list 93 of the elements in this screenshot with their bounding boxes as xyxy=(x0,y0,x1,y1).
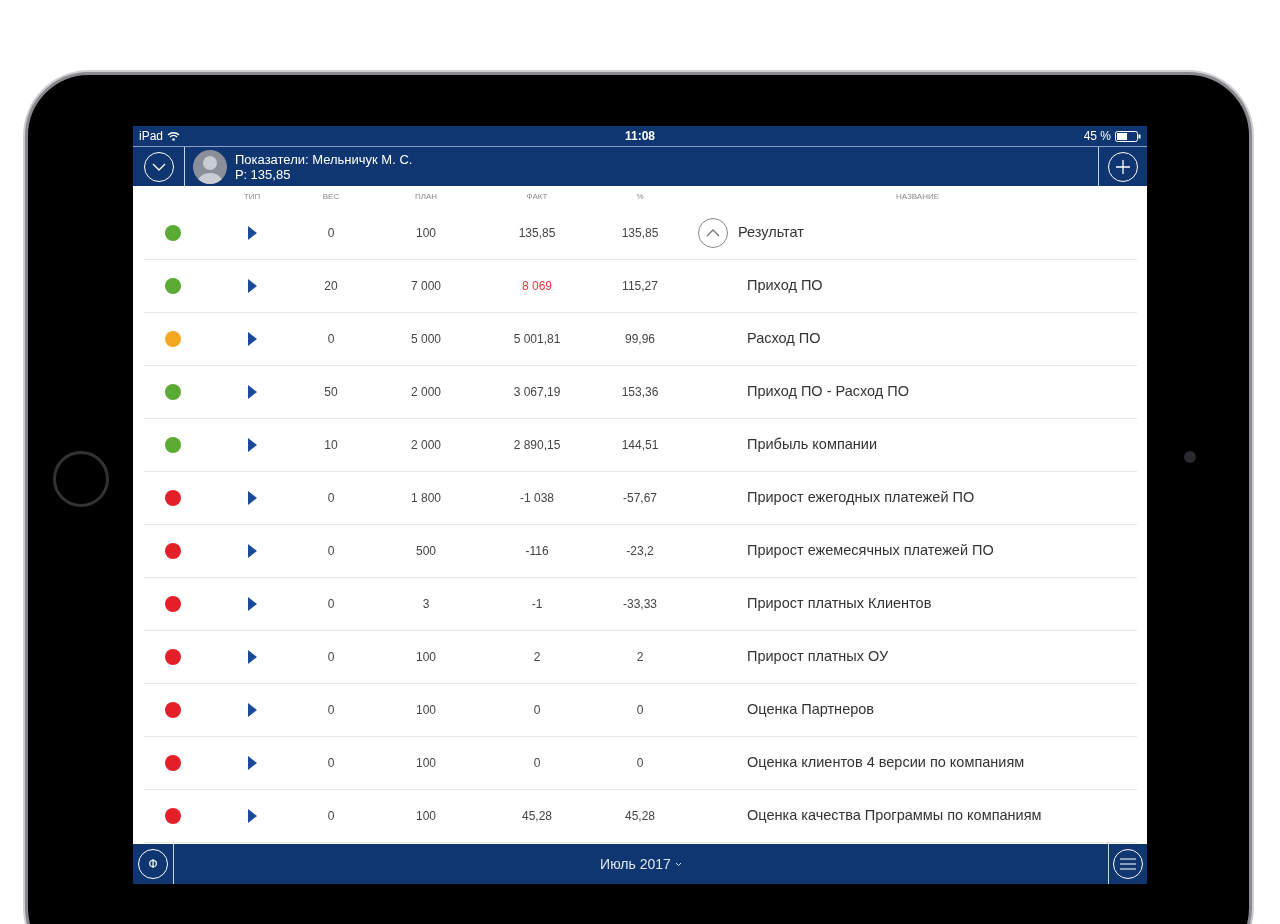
fact-value: -1 xyxy=(531,597,543,611)
chevron-up-icon xyxy=(706,229,720,237)
indicator-name: Расход ПО xyxy=(747,329,821,349)
indicator-name: Оценка клиентов 4 версии по компаниям xyxy=(747,753,1025,773)
percent-value: 115,27 xyxy=(622,279,658,293)
indicator-name: Приход ПО - Расход ПО xyxy=(747,382,910,402)
play-triangle-icon[interactable] xyxy=(247,703,257,717)
weight-value: 0 xyxy=(327,703,335,717)
plan-value: 5 000 xyxy=(411,332,441,346)
fact-value: 0 xyxy=(533,756,541,770)
play-triangle-icon[interactable] xyxy=(247,491,257,505)
play-triangle-icon[interactable] xyxy=(247,226,257,240)
column-header: ПЛАН xyxy=(414,191,438,201)
play-triangle-icon[interactable] xyxy=(247,332,257,346)
percent-value: -23,2 xyxy=(626,544,654,558)
fact-value: 2 890,15 xyxy=(513,438,561,452)
indicator-name: Оценка качества Программы по компаниям xyxy=(747,806,1042,826)
avatar xyxy=(193,149,227,184)
weight-value: 20 xyxy=(324,279,338,293)
battery-percentage: 45 % xyxy=(1083,128,1111,145)
plan-value: 1 800 xyxy=(411,491,441,505)
indicator-name: Прибыль компании xyxy=(747,435,878,455)
menu-icon xyxy=(1120,858,1136,870)
percent-value: 153,36 xyxy=(621,385,659,399)
fact-value: 3 067,19 xyxy=(513,385,561,399)
weight-value: 10 xyxy=(324,438,338,452)
fact-value: 135,85 xyxy=(518,226,556,240)
weight-value: 0 xyxy=(327,332,335,346)
chevron-down-icon xyxy=(674,861,682,867)
plan-value: 2 000 xyxy=(411,385,441,399)
play-triangle-icon[interactable] xyxy=(247,597,257,611)
header-title: Показатели: Мельничук М. С. xyxy=(235,151,414,167)
camera-dot xyxy=(1184,451,1196,463)
weight-value: 0 xyxy=(327,650,335,664)
weight-value: 0 xyxy=(327,809,335,823)
column-header: ВЕС xyxy=(322,191,340,201)
percent-value: 45,28 xyxy=(625,809,655,823)
fact-value: -116 xyxy=(525,544,549,558)
percent-value: 144,51 xyxy=(621,438,659,452)
percent-value: 0 xyxy=(636,756,644,770)
clock-time: 11:08 xyxy=(625,129,655,143)
battery-icon xyxy=(1115,130,1141,142)
fact-value: -1 038 xyxy=(520,491,554,505)
percent-value: -57,67 xyxy=(623,491,657,505)
percent-value: -33,33 xyxy=(623,597,657,611)
percent-value: 2 xyxy=(636,650,644,664)
weight-value: 0 xyxy=(327,226,335,240)
column-header: ТИП xyxy=(243,191,261,201)
weight-value: 0 xyxy=(327,756,335,770)
column-header: % xyxy=(636,191,644,201)
plan-value: 100 xyxy=(416,650,436,664)
play-triangle-icon[interactable] xyxy=(247,438,257,452)
plan-value: 3 xyxy=(422,597,430,611)
fact-value: 0 xyxy=(533,703,541,717)
indicator-name: Прирост платных ОУ xyxy=(747,647,889,667)
weight-value: 0 xyxy=(327,597,335,611)
play-triangle-icon[interactable] xyxy=(247,279,257,293)
chevron-down-icon xyxy=(151,162,166,171)
indicator-name: Прирост ежемесячных платежей ПО xyxy=(747,541,994,561)
plan-value: 7 000 xyxy=(411,279,441,293)
play-triangle-icon[interactable] xyxy=(247,385,257,399)
percent-value: 135,85 xyxy=(621,226,659,240)
plan-value: 100 xyxy=(416,756,436,770)
play-triangle-icon[interactable] xyxy=(247,756,257,770)
device-name: iPad xyxy=(139,128,164,145)
column-header: ФАКТ xyxy=(526,191,548,201)
play-triangle-icon[interactable] xyxy=(247,809,257,823)
play-triangle-icon[interactable] xyxy=(247,544,257,558)
fact-value: 8 069 xyxy=(522,279,552,293)
header-subtitle: Р: 135,85 xyxy=(235,166,292,182)
fact-value: 5 001,81 xyxy=(513,332,561,346)
weight-value: 0 xyxy=(327,544,335,558)
plan-value: 100 xyxy=(416,809,436,823)
indicator-name: Прирост платных Клиентов xyxy=(747,594,932,614)
fact-value: 45,28 xyxy=(522,809,552,823)
plan-value: 2 000 xyxy=(411,438,441,452)
plan-value: 500 xyxy=(416,544,436,558)
percent-value: 0 xyxy=(636,703,644,717)
plan-value: 100 xyxy=(416,226,436,240)
column-header: НАЗВАНИЕ xyxy=(895,191,940,201)
percent-value: 99,96 xyxy=(625,332,655,346)
weight-value: 50 xyxy=(324,385,338,399)
indicator-name: Приход ПО xyxy=(747,276,823,296)
indicator-name: Оценка Партнеров xyxy=(747,700,875,720)
fact-value: 2 xyxy=(533,650,541,664)
play-triangle-icon[interactable] xyxy=(247,650,257,664)
indicator-name: Прирост ежегодных платежей ПО xyxy=(747,488,975,508)
plan-value: 100 xyxy=(416,703,436,717)
indicator-name: Результат xyxy=(738,223,804,243)
wifi-icon xyxy=(167,131,181,141)
period-selector[interactable]: Июль 2017 xyxy=(600,853,671,875)
plus-icon xyxy=(1115,158,1131,175)
weight-value: 0 xyxy=(327,491,335,505)
